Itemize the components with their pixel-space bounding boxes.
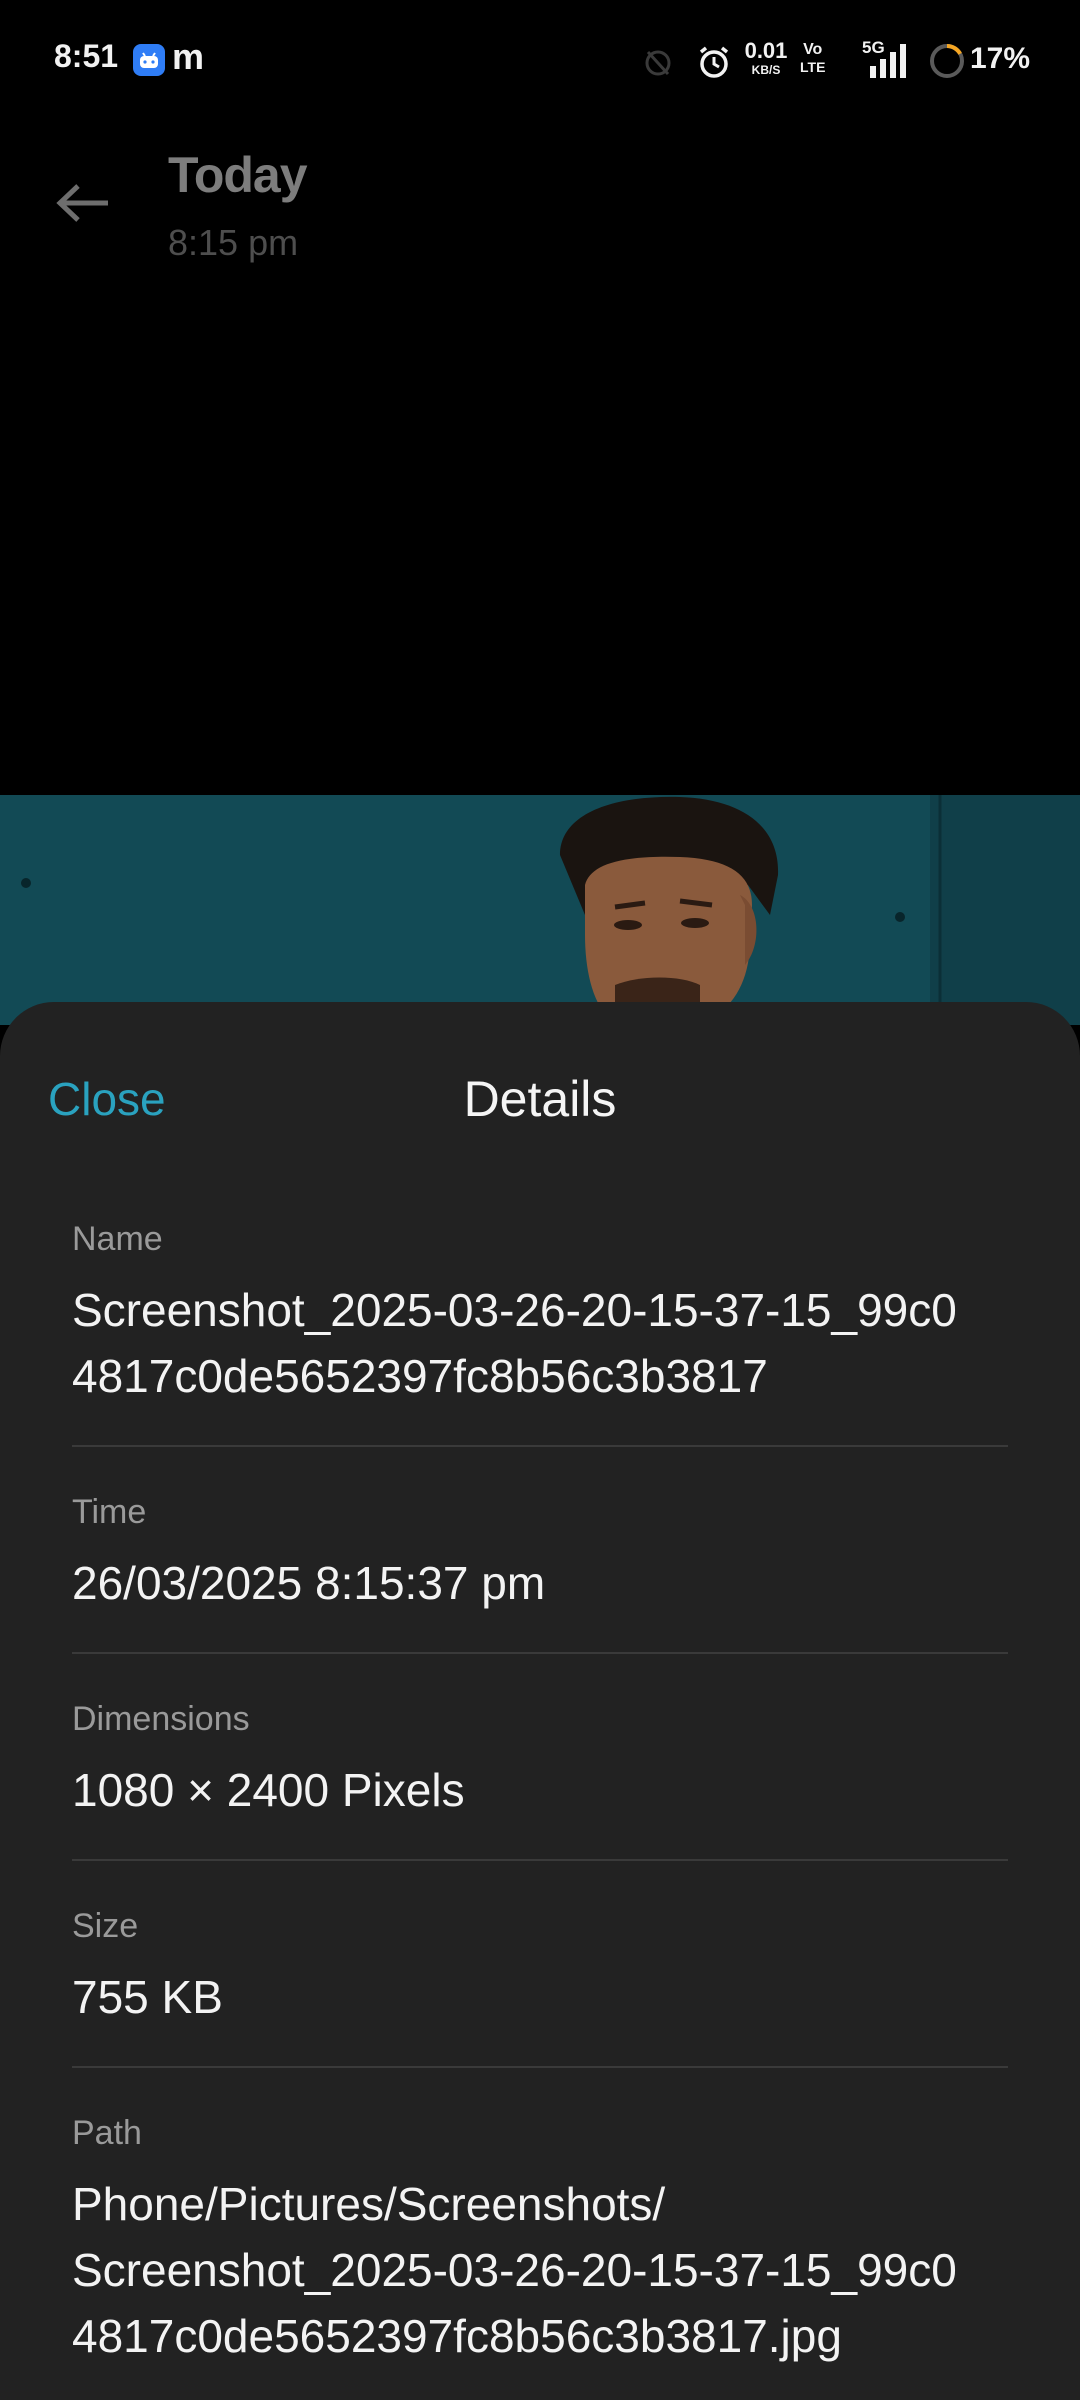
photo-image	[0, 795, 1080, 1025]
detail-label: Time	[72, 1493, 147, 1531]
detail-label: Name	[72, 1220, 163, 1258]
details-sheet: Close Details Name Screenshot_2025-03-26…	[0, 1002, 1080, 2400]
network-speed: 0.01 KB/S	[744, 38, 788, 77]
detail-value: Screenshot_2025-03-26-20-15-37-15_99c0 4…	[72, 1284, 957, 1402]
alarm-off-icon	[640, 44, 676, 85]
photo-preview[interactable]	[0, 795, 1080, 1025]
detail-value: 1080 × 2400 Pixels	[72, 1764, 465, 1816]
detail-label: Path	[72, 2114, 142, 2152]
back-button[interactable]	[44, 168, 124, 238]
status-time: 8:51	[54, 38, 119, 74]
volte-indicator: Vo LTE	[800, 41, 826, 75]
alarm-icon	[694, 42, 734, 87]
detail-value[interactable]: Phone/Pictures/Screenshots/ Screenshot_2…	[72, 2171, 1008, 2369]
detail-row-name: Name Screenshot_2025-03-26-20-15-37-15_9…	[72, 1220, 1008, 1447]
page-subtitle: 8:15 pm	[168, 222, 299, 263]
details-list: Name Screenshot_2025-03-26-20-15-37-15_9…	[72, 1220, 1008, 2400]
m-notification-icon: m	[172, 36, 205, 77]
page-title: Today	[168, 147, 308, 203]
status-bar: 8:51 m 0.01 KB/S Vo LTE 5G 17%	[0, 0, 1080, 120]
detail-row-dimensions: Dimensions 1080 × 2400 Pixels	[72, 1700, 1008, 1861]
detail-value: 26/03/2025 8:15:37 pm	[72, 1557, 546, 1609]
battery-percentage: 17%	[970, 42, 1031, 75]
detail-row-time: Time 26/03/2025 8:15:37 pm	[72, 1493, 1008, 1654]
battery-icon	[928, 42, 966, 85]
app-notification-icon	[133, 44, 165, 76]
signal-strength-icon	[868, 42, 916, 83]
detail-label: Dimensions	[72, 1700, 250, 1738]
detail-label: Size	[72, 1907, 139, 1945]
arrow-left-icon	[56, 184, 108, 222]
detail-row-size: Size 755 KB	[72, 1907, 1008, 2068]
detail-row-path: Path Phone/Pictures/Screenshots/ Screens…	[72, 2114, 1008, 2400]
detail-value: 755 KB	[72, 1971, 223, 2023]
sheet-title: Details	[463, 1071, 617, 1127]
